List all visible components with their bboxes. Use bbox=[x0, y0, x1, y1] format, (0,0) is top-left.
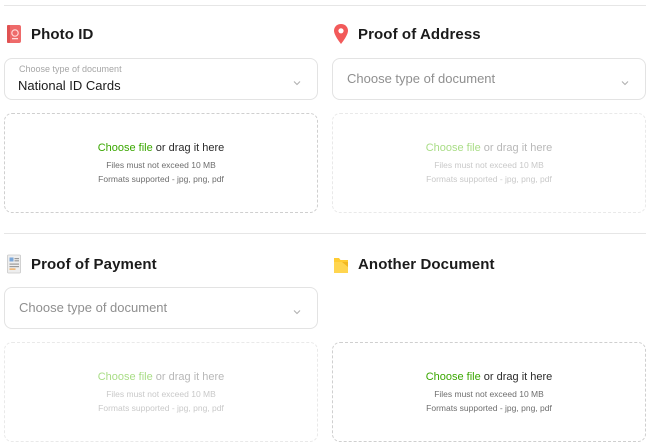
section-title-another-document: Another Document bbox=[358, 255, 495, 273]
location-pin-icon bbox=[333, 23, 349, 45]
proof-of-address-dropzone[interactable]: Choose file or drag it here Files must n… bbox=[332, 113, 646, 213]
file-size-limit: Files must not exceed 10 MB bbox=[106, 389, 216, 399]
photo-id-dropzone[interactable]: Choose file or drag it here Files must n… bbox=[4, 113, 318, 213]
file-size-limit: Files must not exceed 10 MB bbox=[434, 160, 544, 170]
file-size-limit: Files must not exceed 10 MB bbox=[106, 160, 216, 170]
dropzone-instruction: Choose file or drag it here bbox=[5, 142, 317, 154]
drag-text: or drag it here bbox=[480, 371, 553, 383]
select-placeholder: Choose type of document bbox=[19, 300, 168, 315]
file-size-limit: Files must not exceed 10 MB bbox=[434, 389, 544, 399]
choose-file-link[interactable]: Choose file bbox=[426, 142, 481, 154]
formats-supported: Formats supported - jpg, png, pdf bbox=[98, 403, 224, 413]
choose-file-link[interactable]: Choose file bbox=[426, 371, 481, 383]
proof-of-payment-document-type-select[interactable]: Choose type of document bbox=[4, 287, 318, 329]
choose-file-link[interactable]: Choose file bbox=[98, 142, 153, 154]
chevron-down-icon bbox=[293, 74, 301, 86]
top-divider bbox=[4, 5, 646, 6]
photo-id-document-type-select[interactable]: Choose type of document National ID Card… bbox=[4, 58, 318, 100]
dropzone-instruction: Choose file or drag it here bbox=[5, 371, 317, 383]
photo-id-header: Photo ID bbox=[6, 22, 93, 46]
section-title-proof-of-address: Proof of Address bbox=[358, 25, 481, 43]
middle-divider bbox=[4, 233, 646, 234]
formats-supported: Formats supported - jpg, png, pdf bbox=[426, 174, 552, 184]
dropzone-instruction: Choose file or drag it here bbox=[333, 371, 645, 383]
drag-text: or drag it here bbox=[152, 142, 225, 154]
proof-of-payment-header: Proof of Payment bbox=[6, 252, 157, 276]
folder-icon bbox=[333, 253, 349, 275]
select-placeholder: Choose type of document bbox=[347, 71, 496, 86]
proof-of-address-document-type-select[interactable]: Choose type of document bbox=[332, 58, 646, 100]
formats-supported: Formats supported - jpg, png, pdf bbox=[426, 403, 552, 413]
passport-icon bbox=[6, 23, 22, 45]
chevron-down-icon bbox=[621, 74, 629, 86]
section-title-proof-of-payment: Proof of Payment bbox=[31, 255, 157, 273]
select-floating-label: Choose type of document bbox=[19, 64, 122, 74]
dropzone-instruction: Choose file or drag it here bbox=[333, 142, 645, 154]
receipt-icon bbox=[6, 253, 22, 275]
another-document-dropzone[interactable]: Choose file or drag it here Files must n… bbox=[332, 342, 646, 442]
another-document-header: Another Document bbox=[333, 252, 495, 276]
choose-file-link[interactable]: Choose file bbox=[98, 371, 153, 383]
formats-supported: Formats supported - jpg, png, pdf bbox=[98, 174, 224, 184]
proof-of-payment-dropzone[interactable]: Choose file or drag it here Files must n… bbox=[4, 342, 318, 442]
proof-of-address-header: Proof of Address bbox=[333, 22, 481, 46]
drag-text: or drag it here bbox=[480, 142, 553, 154]
section-title-photo-id: Photo ID bbox=[31, 25, 94, 43]
chevron-down-icon bbox=[293, 303, 301, 315]
drag-text: or drag it here bbox=[152, 371, 225, 383]
select-value: National ID Cards bbox=[18, 78, 121, 93]
